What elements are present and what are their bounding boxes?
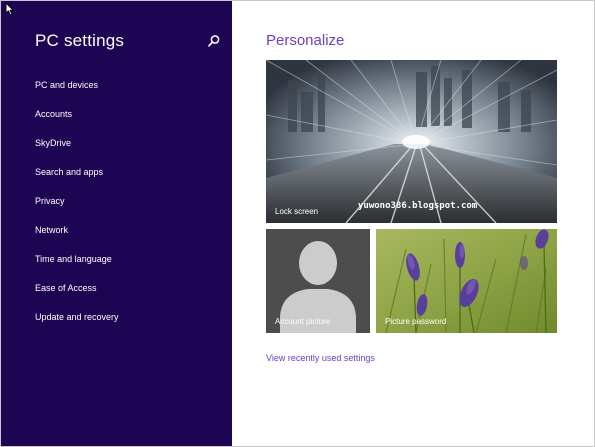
lock-screen-label: Lock screen xyxy=(275,207,319,216)
sidebar: PC settings PC and devices Accounts SkyD… xyxy=(1,1,232,446)
picture-password-label: Picture password xyxy=(385,317,447,326)
sidebar-title: PC settings xyxy=(35,31,125,50)
recent-settings-link[interactable]: View recently used settings xyxy=(266,353,375,363)
account-picture-label: Account picture xyxy=(275,317,331,326)
account-picture-tile[interactable]: Account picture xyxy=(266,229,370,333)
pc-settings-window: PC settings PC and devices Accounts SkyD… xyxy=(0,0,595,447)
page-title: Personalize xyxy=(266,32,345,49)
sidebar-nav: PC and devices Accounts SkyDrive Search … xyxy=(35,78,119,339)
sidebar-item-search-and-apps[interactable]: Search and apps xyxy=(35,165,119,194)
sidebar-item-network[interactable]: Network xyxy=(35,223,119,252)
mouse-cursor-icon xyxy=(5,2,14,16)
sidebar-item-pc-and-devices[interactable]: PC and devices xyxy=(35,78,119,107)
watermark-text: yuwono386.blogspot.com xyxy=(358,201,478,211)
sidebar-item-ease-of-access[interactable]: Ease of Access xyxy=(35,281,119,310)
sidebar-item-skydrive[interactable]: SkyDrive xyxy=(35,136,119,165)
picture-password-tile[interactable]: Picture password xyxy=(376,229,557,333)
sidebar-item-update-and-recovery[interactable]: Update and recovery xyxy=(35,310,119,339)
search-button[interactable] xyxy=(207,34,221,48)
lock-screen-tile[interactable]: yuwono386.blogspot.com Lock screen xyxy=(266,60,557,223)
sidebar-item-privacy[interactable]: Privacy xyxy=(35,194,119,223)
search-icon xyxy=(208,35,220,47)
lock-screen-image xyxy=(266,60,557,223)
sidebar-item-accounts[interactable]: Accounts xyxy=(35,107,119,136)
sidebar-item-time-and-language[interactable]: Time and language xyxy=(35,252,119,281)
